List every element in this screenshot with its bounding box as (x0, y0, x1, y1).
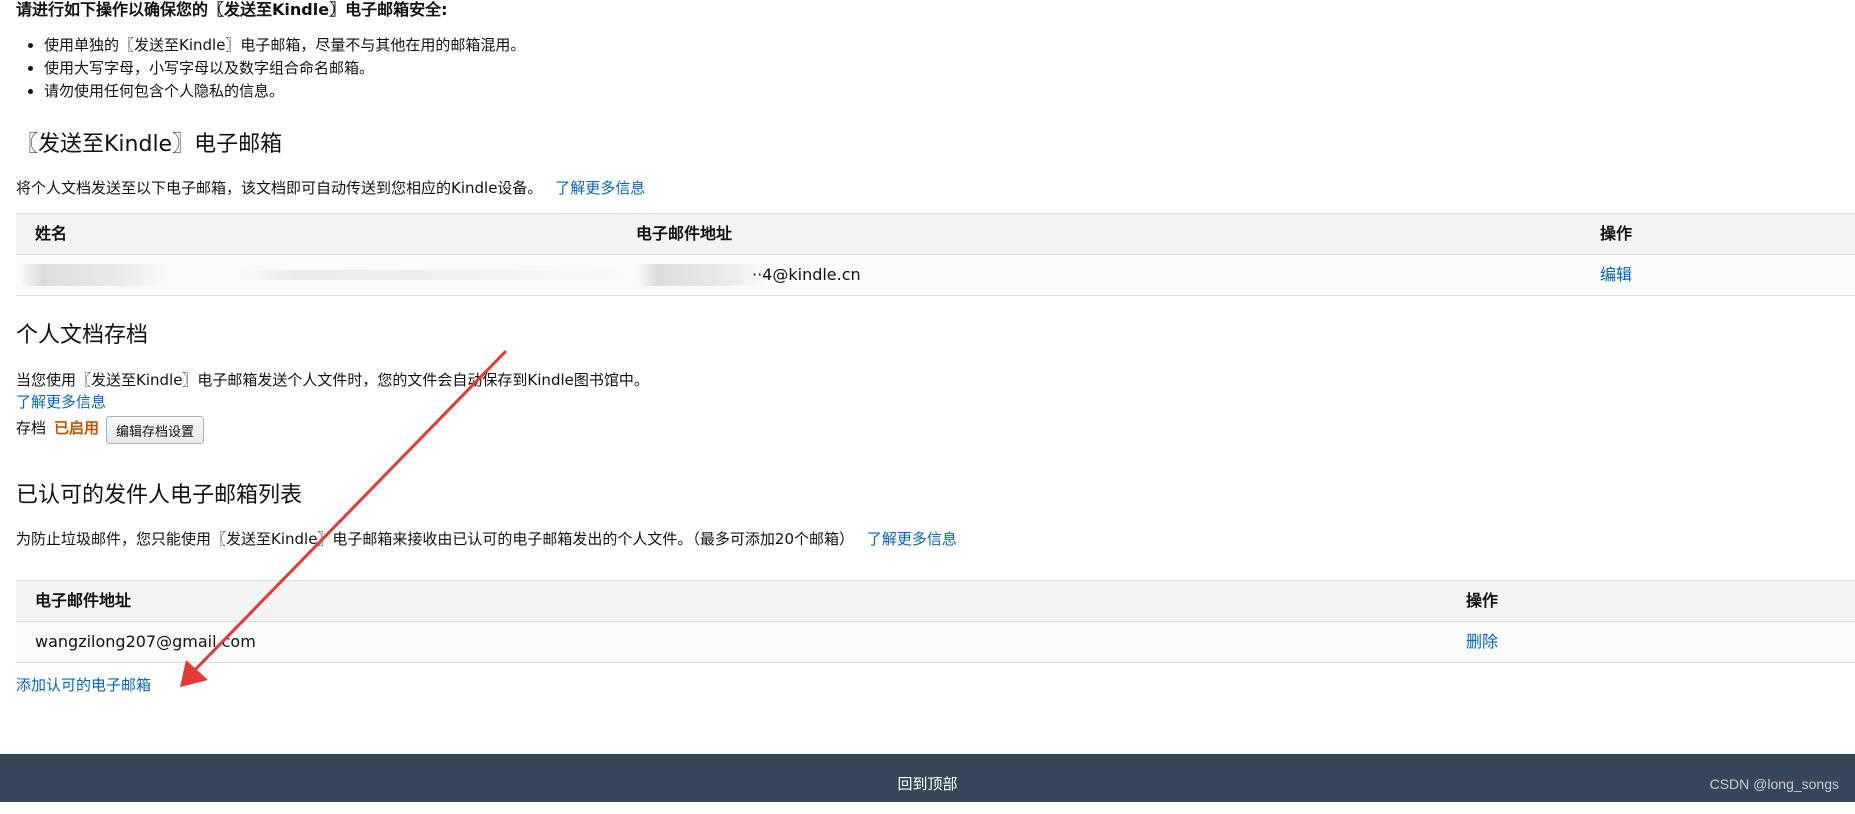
column-header-action: 操作 (1600, 224, 1633, 243)
approved-senders-learn-more-link[interactable]: 了解更多信息 (867, 530, 957, 548)
archive-description: 当您使用〖发送至Kindle〗电子邮箱发送个人文件时，您的文件会自动保存到Kin… (16, 371, 649, 389)
redacted-name (20, 264, 170, 286)
kindle-email-cell: ··4@kindle.cn (752, 265, 861, 284)
column-header-action: 操作 (1466, 591, 1499, 610)
approved-senders-table-header: 电子邮件地址 操作 (16, 581, 1855, 622)
column-header-email: 电子邮件地址 (636, 224, 733, 243)
security-tips-list: 使用单独的〖发送至Kindle〗电子邮箱，尽量不与其他在用的邮箱混用。 使用大写… (16, 34, 525, 103)
archive-label: 存档 (16, 419, 47, 437)
security-tip-item: 使用单独的〖发送至Kindle〗电子邮箱，尽量不与其他在用的邮箱混用。 (44, 34, 525, 57)
security-tips-title: 请进行如下操作以确保您的〖发送至Kindle〗电子邮箱安全: (16, 0, 448, 19)
watermark: CSDN @long_songs (1709, 776, 1839, 792)
table-row: ··4@kindle.cn 编辑 (16, 255, 1855, 295)
security-tip-item: 使用大写字母，小写字母以及数字组合命名邮箱。 (44, 57, 525, 80)
archive-title: 个人文档存档 (16, 323, 149, 348)
delete-link[interactable]: 删除 (1466, 622, 1498, 662)
footer: 回到顶部 CSDN @long_songs (0, 754, 1855, 802)
column-header-email: 电子邮件地址 (35, 591, 132, 610)
send-to-kindle-title: 〖发送至Kindle〗电子邮箱 (16, 132, 283, 157)
send-to-kindle-description-text: 将个人文档发送至以下电子邮箱，该文档即可自动传送到您相应的Kindle设备。 (16, 179, 543, 197)
kindle-email-table-header: 姓名 电子邮件地址 操作 (16, 214, 1855, 255)
send-to-kindle-learn-more-link[interactable]: 了解更多信息 (555, 179, 645, 197)
redacted-email-prefix (638, 264, 768, 286)
approved-senders-description-text: 为防止垃圾邮件，您只能使用〖发送至Kindle〗电子邮箱来接收由已认可的电子邮箱… (16, 530, 855, 548)
add-approved-email-link[interactable]: 添加认可的电子邮箱 (16, 674, 151, 696)
table-row: wangzilong207@gmail.com 删除 (16, 622, 1855, 662)
approved-email-cell: wangzilong207@gmail.com (35, 632, 256, 651)
kindle-email-table: 姓名 电子邮件地址 操作 ··4@kindle.cn 编辑 (16, 213, 1855, 296)
column-header-name: 姓名 (35, 224, 68, 243)
archive-status-badge: 已启用 (54, 419, 100, 437)
approved-senders-table: 电子邮件地址 操作 wangzilong207@gmail.com 删除 (16, 580, 1855, 663)
edit-link[interactable]: 编辑 (1600, 255, 1632, 295)
redaction-smear (236, 270, 636, 280)
archive-learn-more-link[interactable]: 了解更多信息 (16, 391, 106, 413)
annotation-arrow-head (180, 660, 208, 687)
security-tip-item: 请勿使用任何包含个人隐私的信息。 (44, 80, 525, 103)
send-to-kindle-description: 将个人文档发送至以下电子邮箱，该文档即可自动传送到您相应的Kindle设备。 了… (16, 177, 645, 199)
approved-senders-title: 已认可的发件人电子邮箱列表 (16, 483, 303, 508)
approved-senders-description: 为防止垃圾邮件，您只能使用〖发送至Kindle〗电子邮箱来接收由已认可的电子邮箱… (16, 528, 957, 550)
edit-archive-settings-button[interactable]: 编辑存档设置 (106, 416, 205, 444)
back-to-top-link[interactable]: 回到顶部 (0, 754, 1855, 814)
annotation-arrow-icon (180, 350, 507, 687)
